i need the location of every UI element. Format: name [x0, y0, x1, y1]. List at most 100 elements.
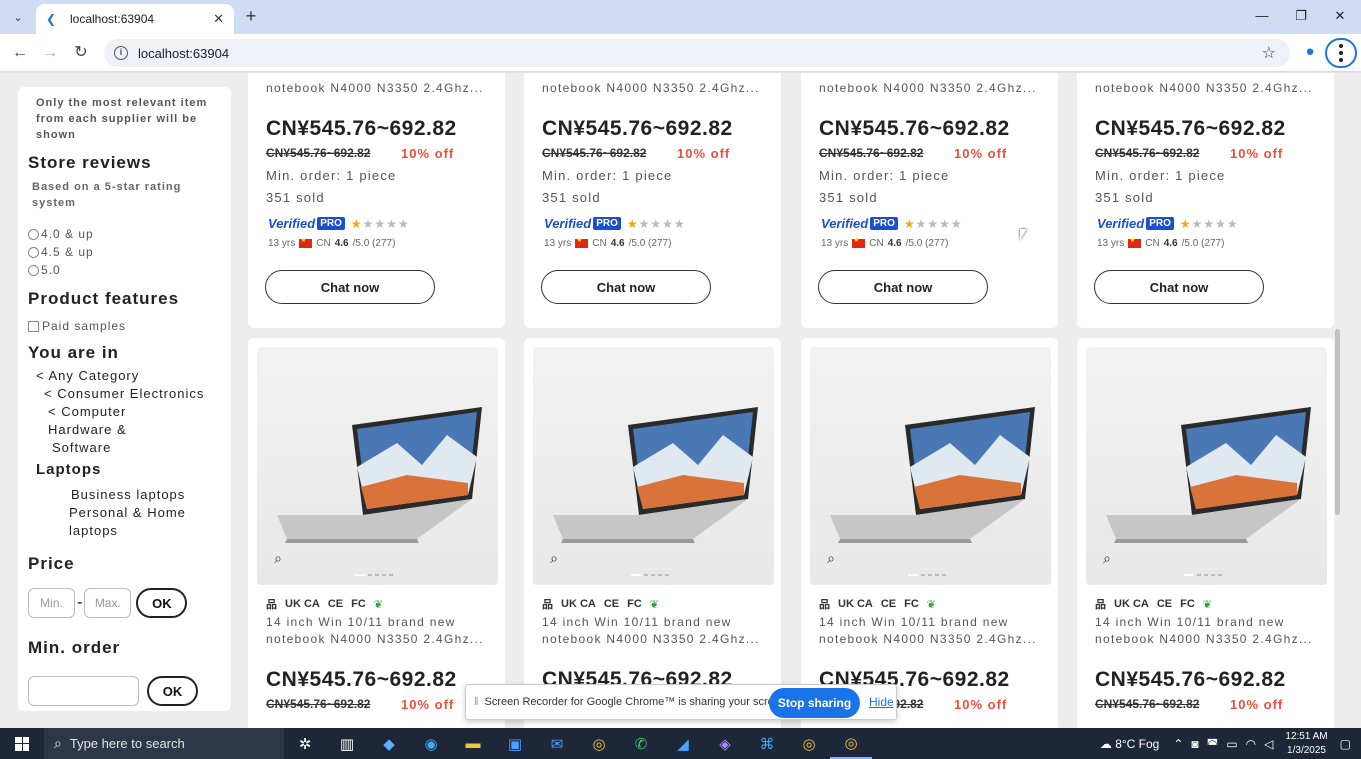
reload-icon[interactable]: ↻ [69, 41, 93, 65]
browser-tab[interactable]: ❮ localhost:63904 ✕ [36, 4, 234, 34]
image-search-icon[interactable]: ⌕ [543, 547, 565, 569]
address-bar[interactable]: i localhost:63904 ☆ [104, 39, 1290, 67]
certification-icons: 品 UK CA CE FC ❦ [266, 598, 384, 611]
breadcrumb-computer[interactable]: < Computer [28, 403, 221, 421]
image-search-icon[interactable]: ⌕ [267, 547, 289, 569]
radio-icon[interactable] [28, 264, 39, 276]
bookmark-star-icon[interactable]: ☆ [1262, 43, 1276, 63]
image-search-icon[interactable]: ⌕ [1096, 547, 1118, 569]
vscode-icon[interactable]: ⌘ [746, 728, 788, 759]
product-card[interactable]: notebook N4000 N3350 2.4Ghz... CN¥545.76… [524, 73, 781, 328]
product-name-line1[interactable]: 14 inch Win 10/11 brand new [542, 614, 732, 631]
forward-arrow-icon[interactable]: → [38, 41, 62, 65]
chrome-profile-icon[interactable]: ◎ [788, 728, 830, 759]
close-window-button[interactable]: ✕ [1320, 4, 1360, 28]
subcategory-personal-home-line2[interactable]: laptops [28, 522, 221, 540]
product-name-line1[interactable]: 14 inch Win 10/11 brand new [266, 614, 456, 631]
camera-icon[interactable]: ◙ [1191, 737, 1198, 751]
network-icon[interactable]: ◚ [1207, 737, 1219, 751]
rating-option-4-0[interactable]: 4.0 & up [28, 225, 221, 243]
radio-icon[interactable] [28, 228, 39, 240]
paid-samples-checkbox[interactable]: Paid samples [28, 317, 221, 335]
browser-menu-button[interactable] [1325, 38, 1357, 68]
rating-option-4-5[interactable]: 4.5 & up [28, 243, 221, 261]
product-card[interactable]: ⌕ 品 UK CA CE FC ❦ 14 inch Win 10/11 brand ne… [1077, 338, 1334, 728]
battery-icon[interactable]: ▭ [1226, 737, 1237, 751]
product-image[interactable]: ⌕ [257, 347, 498, 585]
rating-option-5-0[interactable]: 5.0 [28, 261, 221, 279]
product-card[interactable]: ⌕ 品 UK CA CE FC ❦ 14 inch Win 10/11 brand ne… [524, 338, 781, 728]
chrome-icon[interactable]: ◎ [578, 728, 620, 759]
product-name-line2[interactable]: notebook N4000 N3350 2.4Ghz... [266, 631, 484, 648]
product-image[interactable]: ⌕ [810, 347, 1051, 585]
product-name-line2[interactable]: notebook N4000 N3350 2.4Ghz... [542, 631, 760, 648]
site-info-icon[interactable]: i [114, 46, 128, 60]
product-name-line1[interactable]: 14 inch Win 10/11 brand new [819, 614, 1009, 631]
whatsapp-icon[interactable]: ✆ [620, 728, 662, 759]
drag-handle-icon[interactable]: ‖ [474, 696, 479, 708]
profile-icon[interactable]: ● [1298, 40, 1322, 64]
product-name-line2[interactable]: notebook N4000 N3350 2.4Ghz... [819, 631, 1037, 648]
original-price: CN¥545.76~692.82 [819, 146, 924, 160]
breadcrumb-any-category[interactable]: < Any Category [28, 367, 221, 385]
leaf-icon: ❦ [926, 598, 937, 611]
breadcrumb-software[interactable]: Software [28, 439, 221, 457]
product-name[interactable]: notebook N4000 N3350 2.4Ghz... [266, 80, 484, 97]
chrome-active-icon[interactable]: ◎ [830, 728, 872, 759]
app-icon[interactable]: ◢ [662, 728, 704, 759]
new-tab-button[interactable]: + [240, 6, 262, 28]
breadcrumb-hardware[interactable]: Hardware & [28, 421, 221, 439]
store-icon[interactable]: ▣ [494, 728, 536, 759]
edge-icon[interactable]: ◉ [410, 728, 452, 759]
widgets-icon[interactable]: ✲ [284, 728, 326, 759]
task-view-icon[interactable]: ▥ [326, 728, 368, 759]
product-image[interactable]: ⌕ [1086, 347, 1327, 585]
subcategory-personal-home[interactable]: Personal & Home [28, 504, 221, 522]
product-name[interactable]: notebook N4000 N3350 2.4Ghz... [1095, 80, 1313, 97]
min-order-ok-button[interactable]: OK [147, 676, 198, 706]
price-ok-button[interactable]: OK [136, 588, 188, 618]
product-name-line1[interactable]: 14 inch Win 10/11 brand new [1095, 614, 1285, 631]
product-card[interactable]: ⌕ 品 UK CA CE FC ❦ 14 inch Win 10/11 brand ne… [248, 338, 505, 728]
min-price-input[interactable]: Min. [28, 588, 75, 618]
chat-now-button[interactable]: Chat now [265, 270, 435, 304]
stop-sharing-button[interactable]: Stop sharing [769, 688, 860, 718]
chat-now-button[interactable]: Chat now [541, 270, 711, 304]
file-explorer-icon[interactable]: ▬ [452, 728, 494, 759]
tab-search-chevron-icon[interactable]: ⌄ [6, 6, 30, 28]
product-name[interactable]: notebook N4000 N3350 2.4Ghz... [819, 80, 1037, 97]
mail-icon[interactable]: ✉ [536, 728, 578, 759]
chat-now-button[interactable]: Chat now [1094, 270, 1264, 304]
product-card[interactable]: notebook N4000 N3350 2.4Ghz... CN¥545.76… [1077, 73, 1334, 328]
close-tab-icon[interactable]: ✕ [213, 11, 224, 27]
checkbox-icon[interactable] [28, 320, 39, 332]
back-arrow-icon[interactable]: ← [8, 41, 32, 65]
subcategory-business-laptops[interactable]: Business laptops [28, 486, 221, 504]
radio-icon[interactable] [28, 246, 39, 258]
product-name-line2[interactable]: notebook N4000 N3350 2.4Ghz... [1095, 631, 1313, 648]
page-scrollbar[interactable] [1335, 329, 1340, 515]
max-price-input[interactable]: Max. [84, 588, 132, 618]
weather-widget[interactable]: ☁ 8°C Fog [1100, 737, 1160, 751]
product-name[interactable]: notebook N4000 N3350 2.4Ghz... [542, 80, 760, 97]
breadcrumb-consumer-electronics[interactable]: < Consumer Electronics [28, 385, 221, 403]
chevron-up-icon[interactable]: ⌃ [1173, 737, 1183, 751]
product-card[interactable]: notebook N4000 N3350 2.4Ghz... CN¥545.76… [248, 73, 505, 328]
notification-icon[interactable]: ▢ [1340, 737, 1351, 751]
product-card[interactable]: notebook N4000 N3350 2.4Ghz... CN¥545.76… [801, 73, 1058, 328]
wifi-icon[interactable]: ◠ [1246, 737, 1256, 751]
hide-link[interactable]: Hide [869, 695, 894, 709]
volume-icon[interactable]: ◁ [1264, 737, 1273, 751]
clock[interactable]: 12:51 AM 1/3/2025 [1285, 730, 1327, 758]
product-image[interactable]: ⌕ [533, 347, 774, 585]
copilot-icon[interactable]: ◆ [368, 728, 410, 759]
minimize-button[interactable]: — [1242, 4, 1282, 28]
product-card[interactable]: ⌕ 品 UK CA CE FC ❦ 14 inch Win 10/11 brand ne… [801, 338, 1058, 728]
min-order-input[interactable] [28, 676, 139, 706]
start-button[interactable] [0, 728, 44, 759]
chat-now-button[interactable]: Chat now [818, 270, 988, 304]
taskbar-search[interactable]: ⌕ Type here to search [44, 728, 284, 759]
image-search-icon[interactable]: ⌕ [820, 547, 842, 569]
maximize-button[interactable]: ❐ [1281, 4, 1321, 28]
visual-studio-icon[interactable]: ◈ [704, 728, 746, 759]
